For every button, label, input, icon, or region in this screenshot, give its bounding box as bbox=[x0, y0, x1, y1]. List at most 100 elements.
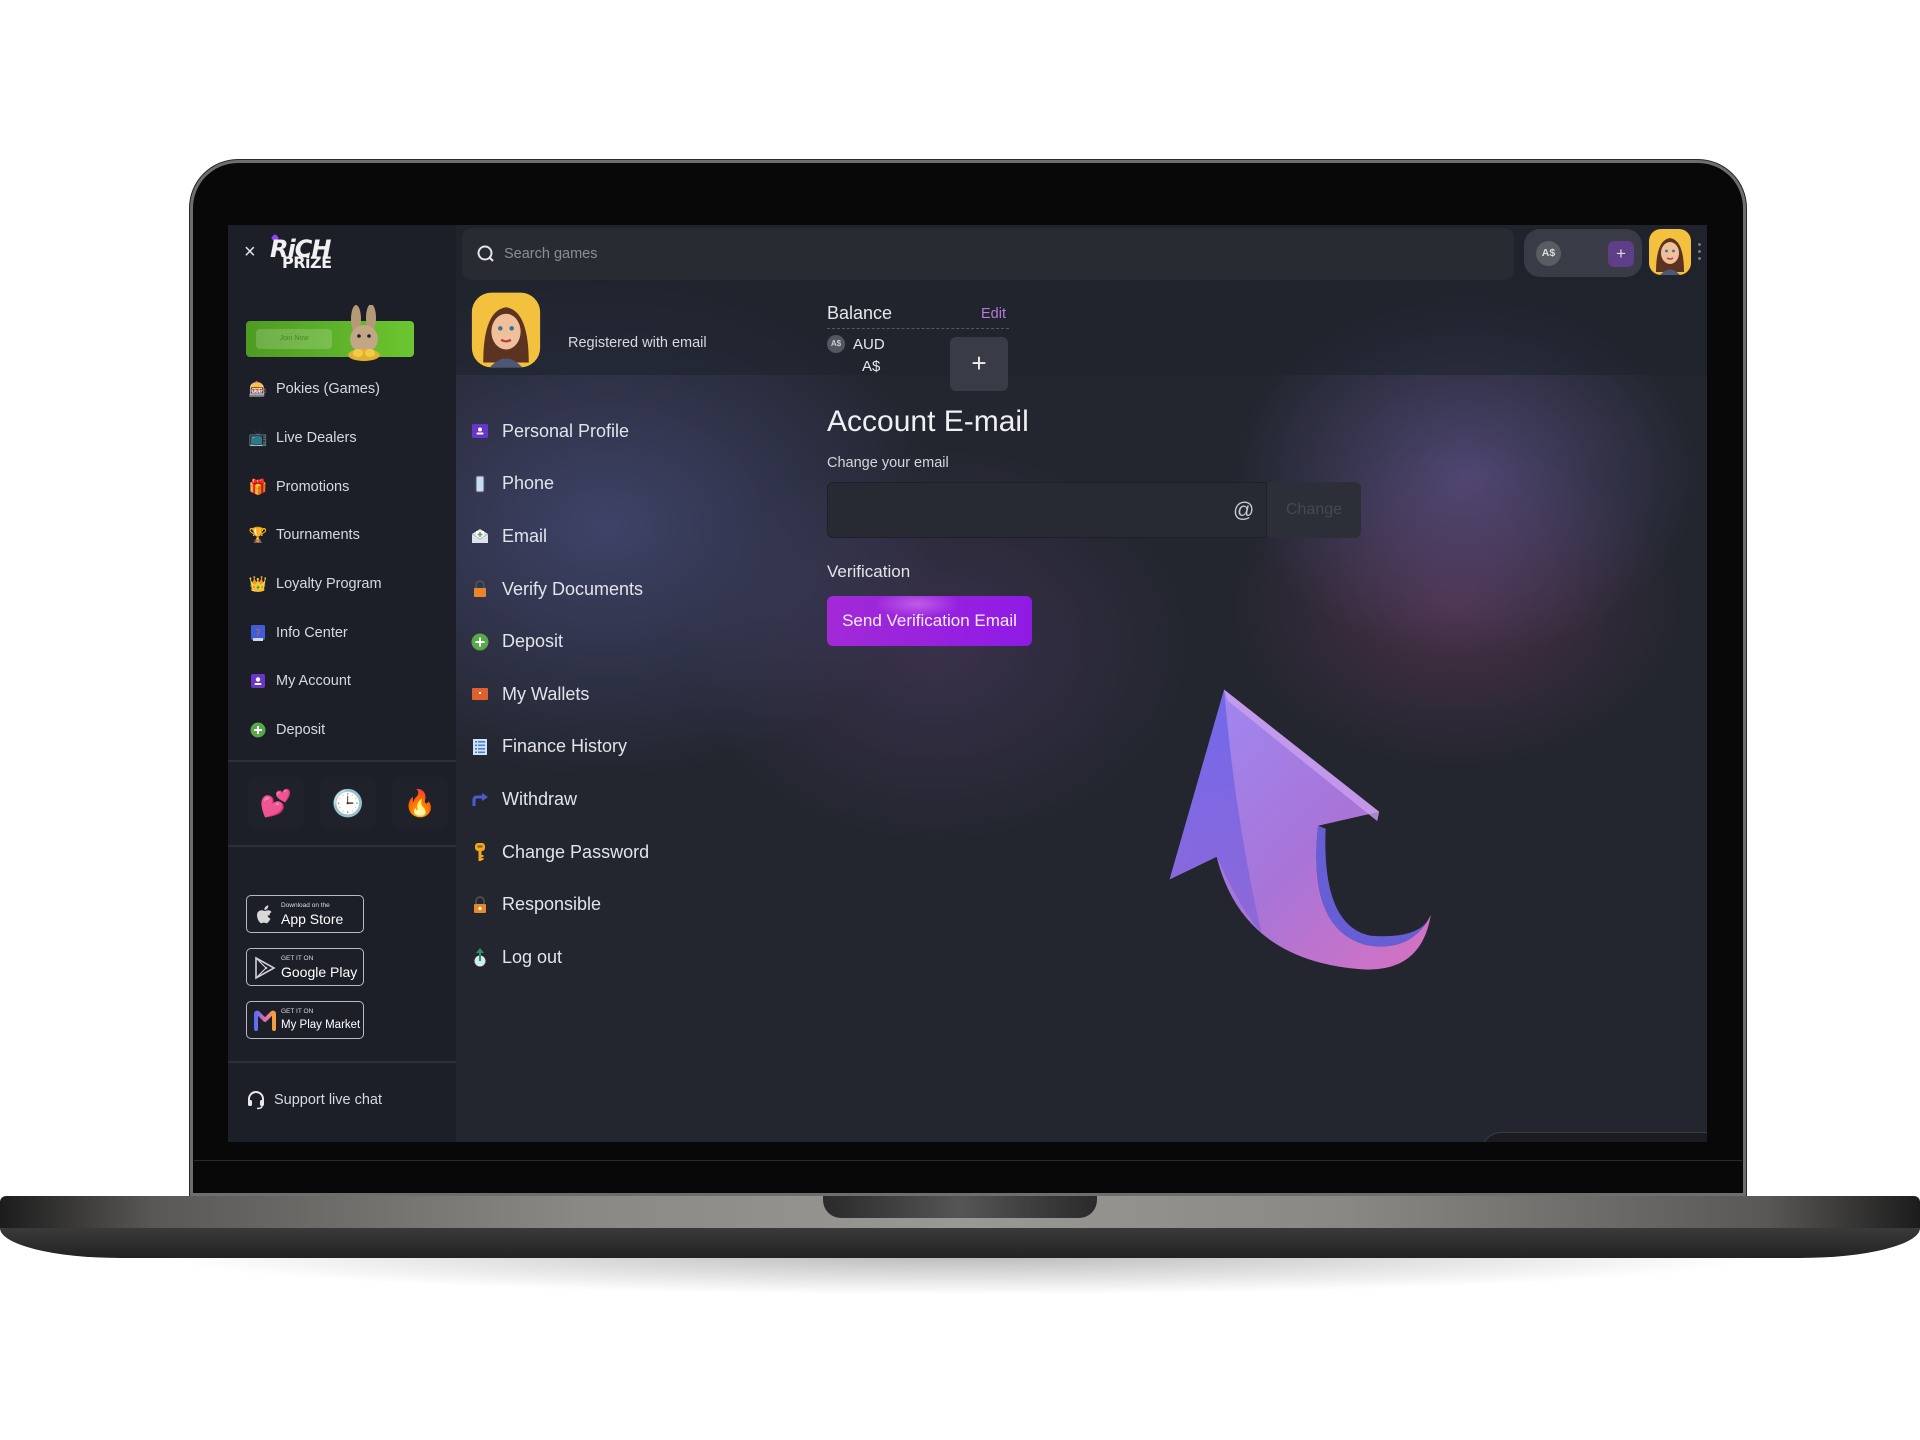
sidebar-item-tournaments[interactable]: 🏆 Tournaments bbox=[248, 511, 448, 560]
menu-item-label: Deposit bbox=[502, 631, 564, 652]
send-verification-email-button[interactable]: Send Verification Email bbox=[827, 596, 1032, 646]
sidebar-divider bbox=[228, 845, 456, 847]
sidebar-item-label: My Account bbox=[276, 673, 351, 690]
email-input[interactable] bbox=[827, 482, 1267, 538]
google-play-button[interactable]: GET IT ON Google Play bbox=[246, 948, 364, 986]
slot-machine-icon: 🎰 bbox=[248, 381, 268, 399]
at-icon: @ bbox=[1233, 499, 1255, 522]
search-input[interactable] bbox=[504, 246, 1404, 262]
currency-row: A$ AUD bbox=[827, 335, 885, 353]
sidebar-nav: 🎰 Pokies (Games) 📺 Live Dealers 🎁 Promotion… bbox=[248, 365, 448, 755]
currency-code: AUD bbox=[853, 335, 885, 353]
balance-divider bbox=[827, 328, 1009, 329]
section-title: Account E-mail bbox=[827, 405, 1029, 438]
favorites-button[interactable]: 💕 bbox=[248, 777, 304, 829]
top-deposit-button[interactable]: + bbox=[1608, 241, 1634, 267]
menu-item-responsible[interactable]: Responsible bbox=[470, 878, 730, 931]
google-play-icon bbox=[255, 956, 276, 980]
sidebar-item-label: Deposit bbox=[276, 722, 326, 739]
recent-button[interactable]: 🕒 bbox=[320, 777, 376, 829]
arrow-turn-icon bbox=[470, 789, 490, 809]
sidebar-item-promotions[interactable]: 🎁 Promotions bbox=[248, 462, 448, 511]
sidebar-item-pokies[interactable]: 🎰 Pokies (Games) bbox=[248, 365, 448, 414]
menu-item-change-password[interactable]: Change Password bbox=[470, 826, 730, 879]
laptop-base-bottom bbox=[0, 1228, 1920, 1258]
plus-circle-icon bbox=[248, 720, 268, 740]
my-play-market-button[interactable]: GET IT ON My Play Market bbox=[246, 1001, 364, 1039]
hot-button[interactable]: 🔥 bbox=[392, 777, 448, 829]
account-icon bbox=[248, 671, 268, 691]
sidebar-item-label: Info Center bbox=[276, 624, 348, 641]
trophy-icon: 🏆 bbox=[248, 527, 268, 545]
phone-icon bbox=[470, 474, 490, 494]
bottom-drawer-handle[interactable] bbox=[1481, 1132, 1707, 1142]
top-bar: A$ + bbox=[456, 225, 1707, 283]
sidebar-item-deposit[interactable]: Deposit bbox=[248, 706, 448, 755]
account-menu: Personal Profile Phone Email Verify Docu… bbox=[470, 405, 730, 984]
menu-item-finance-history[interactable]: Finance History bbox=[470, 721, 730, 774]
brand-logo[interactable]: RiCH PRiZE bbox=[270, 233, 350, 275]
menu-item-log-out[interactable]: Log out bbox=[470, 931, 730, 984]
balance-label: Balance bbox=[827, 303, 893, 323]
list-icon bbox=[470, 737, 490, 757]
menu-item-withdraw[interactable]: Withdraw bbox=[470, 773, 730, 826]
support-live-chat-link[interactable]: Support live chat bbox=[246, 1090, 382, 1110]
sidebar-item-live-dealers[interactable]: 📺 Live Dealers bbox=[248, 414, 448, 463]
store-name: My Play Market bbox=[281, 1019, 361, 1031]
join-now-button[interactable]: Join Now bbox=[256, 329, 332, 349]
store-name: Google Play bbox=[281, 964, 358, 980]
sidebar-divider bbox=[228, 760, 456, 762]
quick-links: 💕 🕒 🔥 bbox=[248, 777, 448, 829]
headset-icon bbox=[248, 1091, 264, 1110]
sidebar-item-label: Tournaments bbox=[276, 527, 360, 544]
menu-item-label: Change Password bbox=[502, 841, 650, 862]
menu-item-phone[interactable]: Phone bbox=[470, 458, 730, 511]
menu-item-email[interactable]: Email bbox=[470, 510, 730, 563]
menu-item-deposit[interactable]: Deposit bbox=[470, 615, 730, 668]
profile-card-icon bbox=[470, 421, 490, 441]
email-field-group: @ Change bbox=[827, 482, 1361, 538]
plus-circle-icon bbox=[470, 632, 490, 652]
sidebar-item-loyalty[interactable]: 👑 Loyalty Program bbox=[248, 560, 448, 609]
logo-line2: PRiZE bbox=[282, 253, 332, 272]
change-email-button[interactable]: Change bbox=[1267, 482, 1361, 538]
close-icon[interactable]: × bbox=[244, 241, 256, 264]
store-name: App Store bbox=[281, 911, 344, 927]
menu-item-label: Personal Profile bbox=[502, 420, 630, 441]
wallet-pill[interactable]: A$ + bbox=[1524, 229, 1642, 277]
envelope-icon bbox=[470, 526, 490, 546]
verification-label: Verification bbox=[827, 562, 911, 581]
pointer-arrow-icon bbox=[1169, 689, 1431, 970]
edit-balance-link[interactable]: Edit bbox=[981, 306, 1006, 322]
sidebar-divider bbox=[228, 1061, 456, 1063]
sidebar-item-label: Live Dealers bbox=[276, 430, 357, 447]
bunny-icon bbox=[348, 305, 380, 361]
menu-item-label: Log out bbox=[502, 946, 563, 967]
gift-icon: 🎁 bbox=[248, 478, 268, 496]
app-store-button[interactable]: Download on the App Store bbox=[246, 895, 364, 933]
menu-item-label: Responsible bbox=[502, 894, 602, 915]
sidebar-item-info-center[interactable]: ? Info Center bbox=[248, 608, 448, 657]
menu-item-label: Verify Documents bbox=[502, 578, 644, 599]
balance-amount: A$ bbox=[862, 358, 881, 375]
add-funds-button[interactable]: + bbox=[950, 337, 1008, 391]
menu-item-personal-profile[interactable]: Personal Profile bbox=[470, 405, 730, 458]
svg-text:?: ? bbox=[255, 628, 260, 639]
sidebar: × RiCH PRiZE Join Now 🎰 Pokies (Games) 📺 L… bbox=[228, 225, 456, 1142]
store-caption: GET IT ON bbox=[281, 955, 314, 962]
lock-icon bbox=[470, 579, 490, 599]
live-tv-icon: 📺 bbox=[248, 430, 268, 448]
sidebar-header: × RiCH PRiZE bbox=[228, 225, 456, 283]
wallet-icon bbox=[470, 684, 490, 704]
user-avatar[interactable] bbox=[1648, 228, 1692, 276]
sidebar-item-my-account[interactable]: My Account bbox=[248, 657, 448, 706]
menu-item-my-wallets[interactable]: My Wallets bbox=[470, 668, 730, 721]
logout-icon bbox=[470, 947, 490, 967]
profile-avatar bbox=[471, 292, 541, 368]
registration-status: Registered with email bbox=[568, 335, 707, 351]
more-options-icon[interactable] bbox=[1698, 243, 1702, 265]
store-caption: GET IT ON bbox=[281, 1008, 314, 1015]
search-bar[interactable] bbox=[462, 228, 1514, 280]
menu-item-verify-documents[interactable]: Verify Documents bbox=[470, 563, 730, 616]
menu-item-label: Phone bbox=[502, 473, 555, 494]
